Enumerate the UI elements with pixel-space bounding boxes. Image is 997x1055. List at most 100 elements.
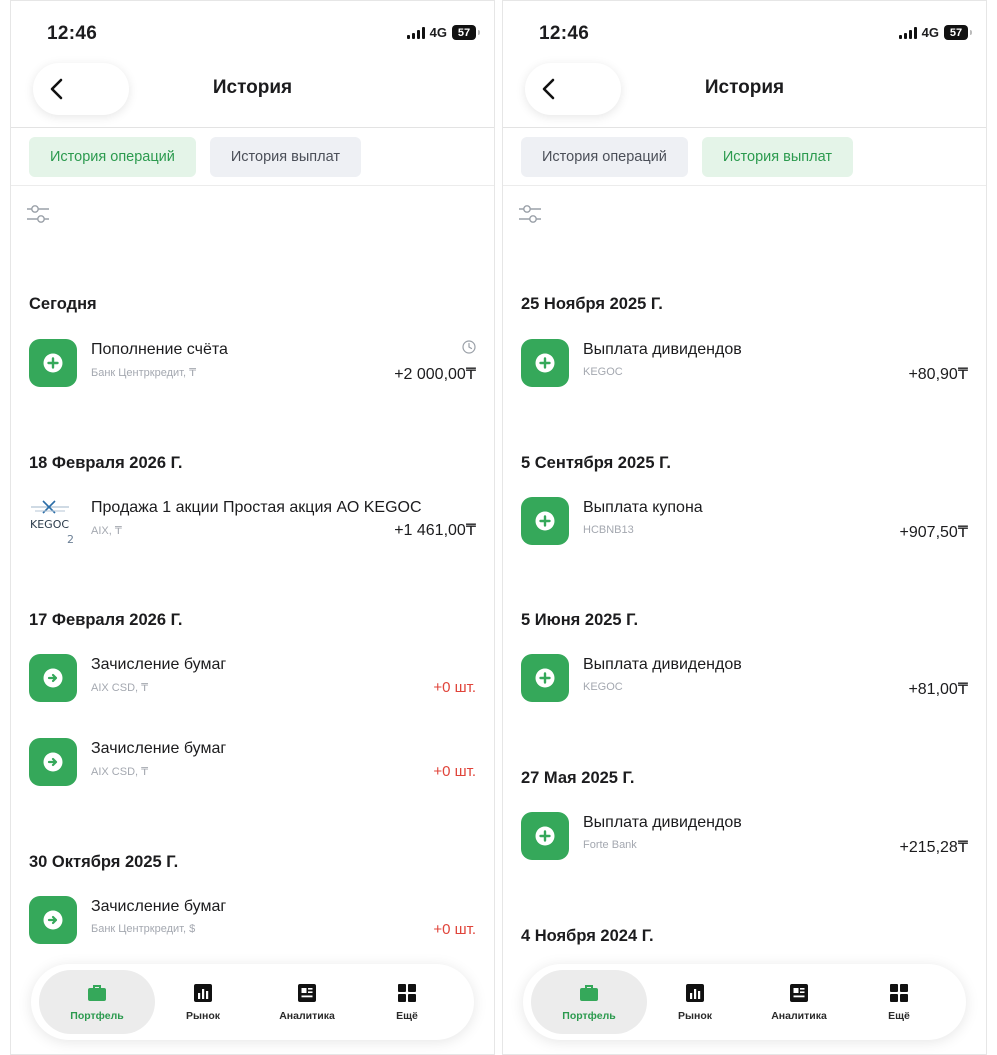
tab-analytics-label: Аналитика <box>279 1010 335 1022</box>
tab-portfolio[interactable]: Портфель <box>531 970 647 1034</box>
plus-icon <box>29 339 77 387</box>
tab-payouts[interactable]: История выплат <box>209 137 361 177</box>
plus-icon <box>521 497 569 545</box>
bar-chart-icon <box>194 984 212 1002</box>
item-subtitle: Forte Bank <box>583 839 637 851</box>
battery-icon: 57 <box>452 25 480 40</box>
network-label: 4G <box>429 25 447 40</box>
tab-market-label: Рынок <box>678 1010 712 1022</box>
item-subtitle: AIX CSD, ₸ <box>91 766 149 778</box>
tab-more[interactable]: Ещё <box>841 970 957 1034</box>
tab-portfolio-label: Портфель <box>70 1010 124 1022</box>
nav-bar: История <box>11 63 494 115</box>
item-title: Выплата дивидендов <box>583 814 742 831</box>
tab-operations[interactable]: История операций <box>521 137 688 177</box>
history-tabs: История операций История выплат <box>29 137 361 177</box>
item-amount: +907,50₸ <box>899 524 968 541</box>
signal-icon <box>406 26 425 39</box>
tab-analytics[interactable]: Аналитика <box>249 970 365 1034</box>
filter-icon[interactable] <box>25 201 51 227</box>
list-item[interactable]: Зачисление бумаг AIX CSD, ₸ +0 шт. <box>29 738 476 790</box>
tab-market[interactable]: Рынок <box>637 970 753 1034</box>
bar-chart-icon <box>686 984 704 1002</box>
list-item[interactable]: Зачисление бумаг Банк Центркредит, $ +0 … <box>29 896 476 948</box>
left-screen: 12:46 4G 57 История История операций Ист… <box>10 0 495 1055</box>
briefcase-icon <box>580 985 598 1001</box>
date-header: 4 Ноября 2024 Г. <box>521 927 654 945</box>
date-header: 17 Февраля 2026 Г. <box>29 611 183 629</box>
item-title: Пополнение счёта <box>91 341 228 358</box>
tab-operations[interactable]: История операций <box>29 137 196 177</box>
list-item[interactable]: Выплата купона HCBNB13 +907,50₸ <box>521 497 968 549</box>
item-amount: +81,00₸ <box>908 681 968 698</box>
list-item[interactable]: Выплата дивидендов KEGOC +80,90₸ <box>521 339 968 391</box>
list-item[interactable]: KEGOC 2 Продажа 1 акции Простая акция АО… <box>29 497 476 549</box>
item-amount: +215,28₸ <box>899 839 968 856</box>
item-title: Зачисление бумаг <box>91 740 227 757</box>
date-header: 5 Июня 2025 Г. <box>521 611 639 629</box>
tab-more-label: Ещё <box>888 1010 910 1022</box>
divider <box>503 127 986 128</box>
item-title: Выплата купона <box>583 499 703 516</box>
chevron-left-icon <box>50 78 63 100</box>
status-indicators: 4G 57 <box>406 25 480 40</box>
status-bar: 12:46 4G 57 <box>11 23 494 51</box>
filter-icon[interactable] <box>517 201 543 227</box>
right-screen: 12:46 4G 57 История История операций Ист… <box>502 0 987 1055</box>
back-button[interactable] <box>33 63 129 115</box>
plus-icon <box>521 812 569 860</box>
item-subtitle: Банк Центркредит, ₸ <box>91 367 197 379</box>
tab-portfolio-label: Портфель <box>562 1010 616 1022</box>
tab-portfolio[interactable]: Портфель <box>39 970 155 1034</box>
item-amount: +0 шт. <box>433 679 476 696</box>
status-time: 12:46 <box>47 23 98 44</box>
item-subtitle: AIX CSD, ₸ <box>91 682 149 694</box>
date-header: 27 Мая 2025 Г. <box>521 769 635 787</box>
news-icon <box>298 984 316 1002</box>
tab-more-label: Ещё <box>396 1010 418 1022</box>
date-header: 25 Ноября 2025 Г. <box>521 295 663 313</box>
back-button[interactable] <box>525 63 621 115</box>
nav-bar: История <box>503 63 986 115</box>
item-subtitle: AIX, ₸ <box>91 525 122 537</box>
divider <box>11 185 494 186</box>
item-amount: +2 000,00₸ <box>394 366 476 383</box>
item-title: Продажа 1 акции Простая акция АО KEGOC <box>91 499 422 516</box>
bottom-tab-bar: Портфель Рынок Аналитика Ещё <box>523 964 966 1040</box>
date-header: 18 Февраля 2026 Г. <box>29 454 183 472</box>
list-item[interactable]: Выплата дивидендов Forte Bank +215,28₸ <box>521 812 968 864</box>
chevron-left-icon <box>542 78 555 100</box>
status-bar: 12:46 4G 57 <box>503 23 986 51</box>
tab-market[interactable]: Рынок <box>145 970 261 1034</box>
arrow-right-icon <box>29 738 77 786</box>
history-tabs: История операций История выплат <box>521 137 853 177</box>
signal-icon <box>898 26 917 39</box>
tab-analytics-label: Аналитика <box>771 1010 827 1022</box>
kegoc-logo: KEGOC 2 <box>29 497 77 545</box>
list-item[interactable]: Зачисление бумаг AIX CSD, ₸ +0 шт. <box>29 654 476 706</box>
list-item[interactable]: Пополнение счёта Банк Центркредит, ₸ +2 … <box>29 339 476 391</box>
clock-icon <box>462 340 476 354</box>
tab-more[interactable]: Ещё <box>349 970 465 1034</box>
divider <box>11 127 494 128</box>
grid-icon <box>890 984 908 1002</box>
battery-icon: 57 <box>944 25 972 40</box>
kegoc-wordmark: KEGOC <box>30 518 69 531</box>
plus-icon <box>521 654 569 702</box>
bottom-tab-bar: Портфель Рынок Аналитика Ещё <box>31 964 474 1040</box>
divider <box>503 185 986 186</box>
status-indicators: 4G 57 <box>898 25 972 40</box>
tab-market-label: Рынок <box>186 1010 220 1022</box>
item-subtitle: KEGOC <box>583 366 623 378</box>
briefcase-icon <box>88 985 106 1001</box>
item-title: Выплата дивидендов <box>583 341 742 358</box>
list-item[interactable]: Выплата дивидендов KEGOC +81,00₸ <box>521 654 968 706</box>
news-icon <box>790 984 808 1002</box>
grid-icon <box>398 984 416 1002</box>
item-title: Выплата дивидендов <box>583 656 742 673</box>
tab-payouts[interactable]: История выплат <box>701 137 853 177</box>
arrow-right-icon <box>29 896 77 944</box>
arrow-right-icon <box>29 654 77 702</box>
tab-analytics[interactable]: Аналитика <box>741 970 857 1034</box>
item-subtitle: Банк Центркредит, $ <box>91 923 196 935</box>
